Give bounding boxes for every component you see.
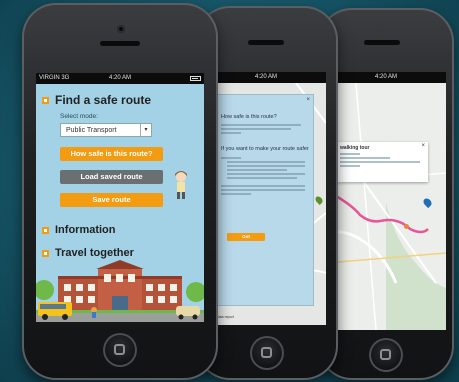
safety-dialog: × How safe is this route? If you want to…: [216, 94, 314, 306]
dialog-text-line: [221, 157, 241, 159]
select-mode-label: Select mode:: [60, 113, 98, 120]
home-button[interactable]: [250, 336, 284, 370]
phone-speaker: [248, 40, 284, 45]
phone-speaker: [100, 41, 140, 46]
dialog-title: How safe is this route?: [221, 114, 277, 120]
chevron-down-icon: ▾: [140, 124, 151, 136]
route-safety-button[interactable]: How safe is this route?: [60, 147, 163, 161]
dialog-text-line: [227, 169, 287, 171]
mode-select-value: Public Transport: [66, 127, 117, 134]
dialog-subtitle: If you want to make your route safer: [221, 146, 309, 152]
plus-icon: [42, 226, 49, 234]
dialog-ok-button[interactable]: Got: [227, 233, 265, 241]
status-time: 4:20 AM: [254, 74, 277, 80]
status-bar: 4:20 AM: [326, 72, 446, 83]
dialog-text-line: [221, 185, 305, 187]
popup-line: [340, 161, 420, 163]
phone-middle-screen: 4:20 AM × How safe is this route? If you…: [206, 72, 326, 325]
status-time: 4:20 AM: [108, 75, 131, 81]
character-illustration: [171, 170, 191, 200]
status-bar: 4:20 AM: [206, 72, 326, 83]
dialog-close-icon[interactable]: ×: [306, 97, 310, 103]
dialog-text-line: [227, 161, 305, 163]
section-information[interactable]: Information: [42, 224, 116, 236]
plus-icon: [42, 96, 49, 104]
information-title: Information: [55, 224, 116, 236]
dialog-text-line: [221, 189, 305, 191]
popup-title: walking tour: [340, 145, 370, 151]
phone-left-screen: VIRGIN 3G 4:20 AM Find a safe route Sele…: [36, 73, 204, 322]
phone-speaker: [364, 40, 400, 45]
popup-close-icon[interactable]: ×: [421, 143, 425, 149]
plus-icon: [42, 249, 49, 257]
battery-icon: [190, 76, 201, 81]
phone-right-screen: 4:20 AM × walking tour: [326, 72, 446, 330]
section-travel-together[interactable]: Travel together: [42, 247, 134, 259]
dialog-text-line: [221, 124, 301, 126]
dialog-text-line: [227, 165, 305, 167]
phone-camera: [117, 25, 125, 33]
find-route-title: Find a safe route: [55, 93, 152, 107]
save-route-button[interactable]: Save route: [60, 193, 163, 207]
app-main: Find a safe route Select mode: Public Tr…: [36, 84, 204, 322]
phone-right: 4:20 AM × walking tour: [318, 8, 454, 380]
home-button[interactable]: [369, 338, 403, 372]
popup-line: [340, 157, 390, 159]
home-button[interactable]: [103, 333, 137, 367]
dialog-text-line: [221, 132, 241, 134]
status-bar: VIRGIN 3G 4:20 AM: [36, 73, 204, 84]
dialog-text-line: [221, 128, 291, 130]
popup-line: [340, 153, 360, 155]
dialog-text-line: [227, 173, 305, 175]
travel-together-title: Travel together: [55, 247, 134, 259]
popup-line: [340, 165, 360, 167]
dialog-text-line: [221, 193, 251, 195]
map-marker-icon[interactable]: [404, 224, 409, 229]
school-illustration: [36, 260, 204, 322]
mode-select[interactable]: Public Transport ▾: [60, 123, 152, 137]
status-time: 4:20 AM: [374, 74, 397, 80]
load-route-button[interactable]: Load saved route: [60, 170, 163, 184]
phone-left: VIRGIN 3G 4:20 AM Find a safe route Sele…: [22, 3, 218, 380]
dialog-text-line: [227, 177, 297, 179]
info-popup: × walking tour: [336, 142, 428, 182]
section-find-route[interactable]: Find a safe route: [42, 93, 151, 107]
